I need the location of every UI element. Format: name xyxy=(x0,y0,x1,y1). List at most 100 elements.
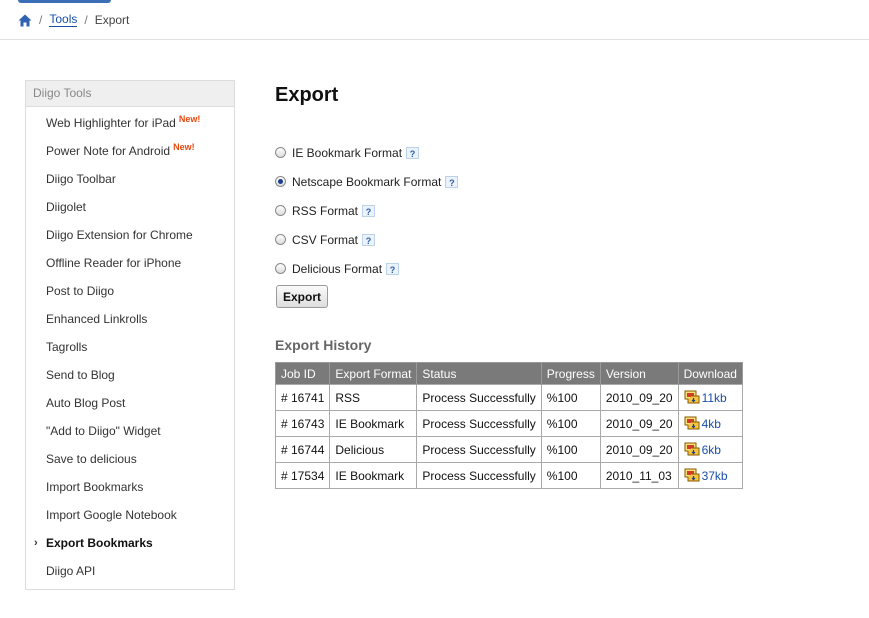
sidebar-item-label: Tagrolls xyxy=(46,340,88,354)
table-cell-job-id: # 16741 xyxy=(274,384,331,411)
sidebar-item-diigo-toolbar[interactable]: Diigo Toolbar xyxy=(26,165,234,193)
sidebar-item-web-highlighter-for-ipad[interactable]: Web Highlighter for iPad New! xyxy=(26,107,234,137)
table-cell-job-id: # 17534 xyxy=(274,462,331,489)
table-cell-download: 37kb xyxy=(677,462,743,489)
help-icon[interactable]: ? xyxy=(362,233,376,246)
format-label[interactable]: IE Bookmark Format xyxy=(292,146,402,160)
export-history-table: Job ID Export Format Status Progress Version… xyxy=(274,362,743,489)
table-cell-export-format: Delicious xyxy=(329,436,418,463)
format-radio[interactable] xyxy=(275,205,286,216)
sidebar-item-power-note-for-android[interactable]: Power Note for Android New! xyxy=(26,137,234,165)
sidebar-item-post-to-diigo[interactable]: Post to Diigo xyxy=(26,277,234,305)
export-button[interactable]: Export xyxy=(276,285,329,308)
table-row: # 16741 RSS Process Successfully %100 2010_0… xyxy=(274,384,743,411)
column-header-download: Download xyxy=(677,362,743,385)
download-icon[interactable] xyxy=(684,390,700,404)
table-cell-download: 4kb xyxy=(677,410,743,437)
table-cell-job-id: # 16743 xyxy=(274,410,331,437)
sidebar-item-label: Diigolet xyxy=(46,200,87,214)
sidebar-item-label: Export Bookmarks xyxy=(46,536,153,550)
table-cell-version: 2010_09_20 xyxy=(599,436,679,463)
sidebar-item-label: Enhanced Linkrolls xyxy=(46,312,148,326)
new-badge: New! xyxy=(173,142,195,152)
download-icon[interactable] xyxy=(684,442,700,456)
table-cell-export-format: RSS xyxy=(329,384,418,411)
table-cell-version: 2010_09_20 xyxy=(599,384,679,411)
table-cell-status: Process Successfully xyxy=(416,410,542,437)
sidebar-item-auto-blog-post[interactable]: Auto Blog Post xyxy=(26,389,234,417)
help-icon[interactable]: ? xyxy=(406,146,420,159)
breadcrumb: / Tools / Export xyxy=(18,12,129,28)
sidebar-item-label: Power Note for Android xyxy=(46,144,171,158)
format-option-ie-bookmark-format: IE Bookmark Format? xyxy=(275,138,458,167)
download-link[interactable]: 37kb xyxy=(702,469,728,483)
table-header-row: Job ID Export Format Status Progress Version… xyxy=(274,362,743,385)
new-badge: New! xyxy=(178,114,201,124)
download-link[interactable]: 4kb xyxy=(702,417,721,431)
format-radio[interactable] xyxy=(275,234,286,245)
sidebar-item-import-google-notebook[interactable]: Import Google Notebook xyxy=(26,501,234,529)
column-header-job-id: Job ID xyxy=(274,362,330,385)
sidebar-item-add-to-diigo-widget[interactable]: "Add to Diigo" Widget xyxy=(26,417,234,445)
sidebar-item-label: Auto Blog Post xyxy=(46,396,126,410)
table-cell-status: Process Successfully xyxy=(416,384,542,411)
table-cell-status: Process Successfully xyxy=(416,436,542,463)
sidebar: Diigo Tools Web Highlighter for iPad New!… xyxy=(25,80,235,590)
download-link[interactable]: 11kb xyxy=(702,391,727,405)
download-icon[interactable] xyxy=(684,468,700,482)
sidebar-item-diigolet[interactable]: Diigolet xyxy=(26,193,234,221)
sidebar-item-diigo-api[interactable]: Diigo API xyxy=(26,557,234,585)
table-row: # 16744 Delicious Process Successfully %100… xyxy=(274,436,743,463)
sidebar-item-label: "Add to Diigo" Widget xyxy=(46,424,161,438)
table-cell-export-format: IE Bookmark xyxy=(329,462,418,489)
table-cell-download: 11kb xyxy=(677,384,743,411)
table-cell-job-id: # 16744 xyxy=(274,436,331,463)
table-cell-export-format: IE Bookmark xyxy=(329,410,418,437)
sidebar-item-send-to-blog[interactable]: Send to Blog xyxy=(26,361,234,389)
table-cell-progress: %100 xyxy=(540,384,601,411)
format-radio[interactable] xyxy=(275,263,286,274)
sidebar-item-tagrolls[interactable]: Tagrolls xyxy=(26,333,234,361)
active-arrow-icon: › xyxy=(34,537,38,549)
sidebar-item-label: Offline Reader for iPhone xyxy=(46,256,182,270)
breadcrumb-separator: / xyxy=(84,13,88,27)
table-cell-status: Process Successfully xyxy=(416,462,542,489)
table-cell-progress: %100 xyxy=(540,462,601,489)
breadcrumb-tools-link[interactable]: Tools xyxy=(49,13,78,27)
format-radio[interactable] xyxy=(275,147,286,158)
sidebar-title: Diigo Tools xyxy=(26,81,234,107)
sidebar-item-label: Diigo Toolbar xyxy=(46,172,116,186)
table-row: # 16743 IE Bookmark Process Successfully %1… xyxy=(274,410,743,437)
table-row: # 17534 IE Bookmark Process Successfully %1… xyxy=(274,462,743,489)
download-link[interactable]: 6kb xyxy=(702,443,721,457)
breadcrumb-bar: / Tools / Export xyxy=(0,0,869,40)
page-title: Export xyxy=(275,84,339,106)
help-icon[interactable]: ? xyxy=(362,204,376,217)
format-radio[interactable] xyxy=(275,176,286,187)
format-label[interactable]: CSV Format xyxy=(292,233,358,247)
export-history-title: Export History xyxy=(275,337,372,353)
sidebar-item-label: Web Highlighter for iPad xyxy=(46,116,176,130)
format-label[interactable]: RSS Format xyxy=(292,204,358,218)
sidebar-item-label: Diigo API xyxy=(46,564,96,578)
sidebar-item-export-bookmarks[interactable]: › Export Bookmarks xyxy=(26,529,234,557)
sidebar-item-save-to-delicious[interactable]: Save to delicious xyxy=(26,445,234,473)
help-icon[interactable]: ? xyxy=(386,262,400,275)
home-icon[interactable] xyxy=(18,14,32,27)
help-icon[interactable]: ? xyxy=(445,175,459,188)
column-header-version: Version xyxy=(599,362,679,385)
table-cell-version: 2010_09_20 xyxy=(599,410,679,437)
table-cell-download: 6kb xyxy=(677,436,743,463)
sidebar-item-import-bookmarks[interactable]: Import Bookmarks xyxy=(26,473,234,501)
sidebar-item-label: Diigo Extension for Chrome xyxy=(46,228,193,242)
table-cell-progress: %100 xyxy=(540,410,601,437)
sidebar-item-enhanced-linkrolls[interactable]: Enhanced Linkrolls xyxy=(26,305,234,333)
sidebar-item-diigo-extension-for-chrome[interactable]: Diigo Extension for Chrome xyxy=(26,221,234,249)
format-label[interactable]: Delicious Format xyxy=(292,262,382,276)
sidebar-item-offline-reader-for-iphone[interactable]: Offline Reader for iPhone xyxy=(26,249,234,277)
column-header-export-format: Export Format xyxy=(329,362,417,385)
download-icon[interactable] xyxy=(684,416,700,430)
format-label[interactable]: Netscape Bookmark Format xyxy=(292,175,441,189)
sidebar-list: Web Highlighter for iPad New! Power Note f… xyxy=(26,107,234,585)
column-header-status: Status xyxy=(416,362,542,385)
